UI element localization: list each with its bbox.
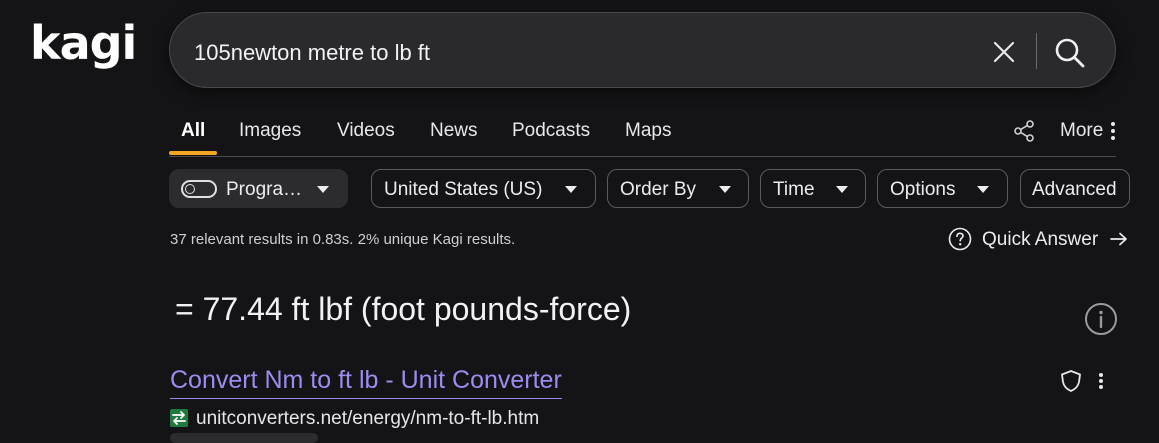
filter-label: United States (US) <box>384 179 543 200</box>
toggle-knob <box>185 184 195 194</box>
tab-videos[interactable]: Videos <box>337 120 395 142</box>
help-circle-icon <box>948 227 972 251</box>
tab-podcasts[interactable]: Podcasts <box>512 120 590 142</box>
filter-label: Options <box>890 179 956 200</box>
tab-images[interactable]: Images <box>239 120 301 142</box>
chevron-down-icon <box>977 186 989 193</box>
arrow-right-icon <box>1110 232 1127 246</box>
chevron-down-icon <box>317 186 329 193</box>
filter-label: Time <box>773 179 815 200</box>
clear-icon[interactable] <box>991 39 1017 65</box>
advanced-filter[interactable]: Advanced <box>1020 169 1130 208</box>
tab-maps[interactable]: Maps <box>625 120 671 142</box>
vertical-dots-icon[interactable] <box>1098 372 1104 390</box>
result-url[interactable]: unitconverters.net/energy/nm-to-ft-lb.ht… <box>196 408 539 430</box>
lens-toggle[interactable] <box>181 180 217 198</box>
convert-arrows-icon <box>172 411 186 425</box>
order-by-filter[interactable]: Order By <box>607 169 749 208</box>
result-preview-stub <box>170 433 318 443</box>
filter-label: Progra… <box>226 179 303 200</box>
filter-label: Advanced <box>1032 179 1117 200</box>
tab-news[interactable]: News <box>430 120 478 142</box>
vertical-dots-icon[interactable] <box>1110 121 1116 141</box>
search-input[interactable]: 105newton metre to lb ft <box>194 40 430 66</box>
shield-icon[interactable] <box>1059 369 1083 393</box>
tab-all[interactable]: All <box>181 120 205 142</box>
programming-lens-filter[interactable]: Progra… <box>169 169 348 208</box>
search-divider <box>1036 33 1037 69</box>
quick-answer-label: Quick Answer <box>982 229 1099 250</box>
chevron-down-icon <box>836 186 848 193</box>
result-title-link[interactable]: Convert Nm to ft lb - Unit Converter <box>170 366 562 399</box>
chevron-down-icon <box>565 186 577 193</box>
favicon-icon <box>170 409 188 427</box>
active-tab-indicator <box>169 151 217 155</box>
info-icon[interactable] <box>1085 303 1117 335</box>
more-button[interactable]: More <box>1060 120 1103 142</box>
results-stats: 37 relevant results in 0.83s. 2% unique … <box>170 231 516 248</box>
kagi-logo[interactable]: kagi <box>30 20 137 66</box>
options-filter[interactable]: Options <box>877 169 1008 208</box>
search-tabs: All Images Videos News Podcasts Maps Mor… <box>169 118 1116 157</box>
share-icon[interactable] <box>1012 119 1036 143</box>
chevron-down-icon <box>719 186 731 193</box>
instant-answer: = 77.44 ft lbf (foot pounds-force) <box>175 291 632 327</box>
search-icon[interactable] <box>1054 37 1086 69</box>
time-filter[interactable]: Time <box>760 169 866 208</box>
search-bar[interactable]: 105newton metre to lb ft <box>169 12 1116 88</box>
region-filter[interactable]: United States (US) <box>371 169 596 208</box>
filter-label: Order By <box>620 179 697 200</box>
